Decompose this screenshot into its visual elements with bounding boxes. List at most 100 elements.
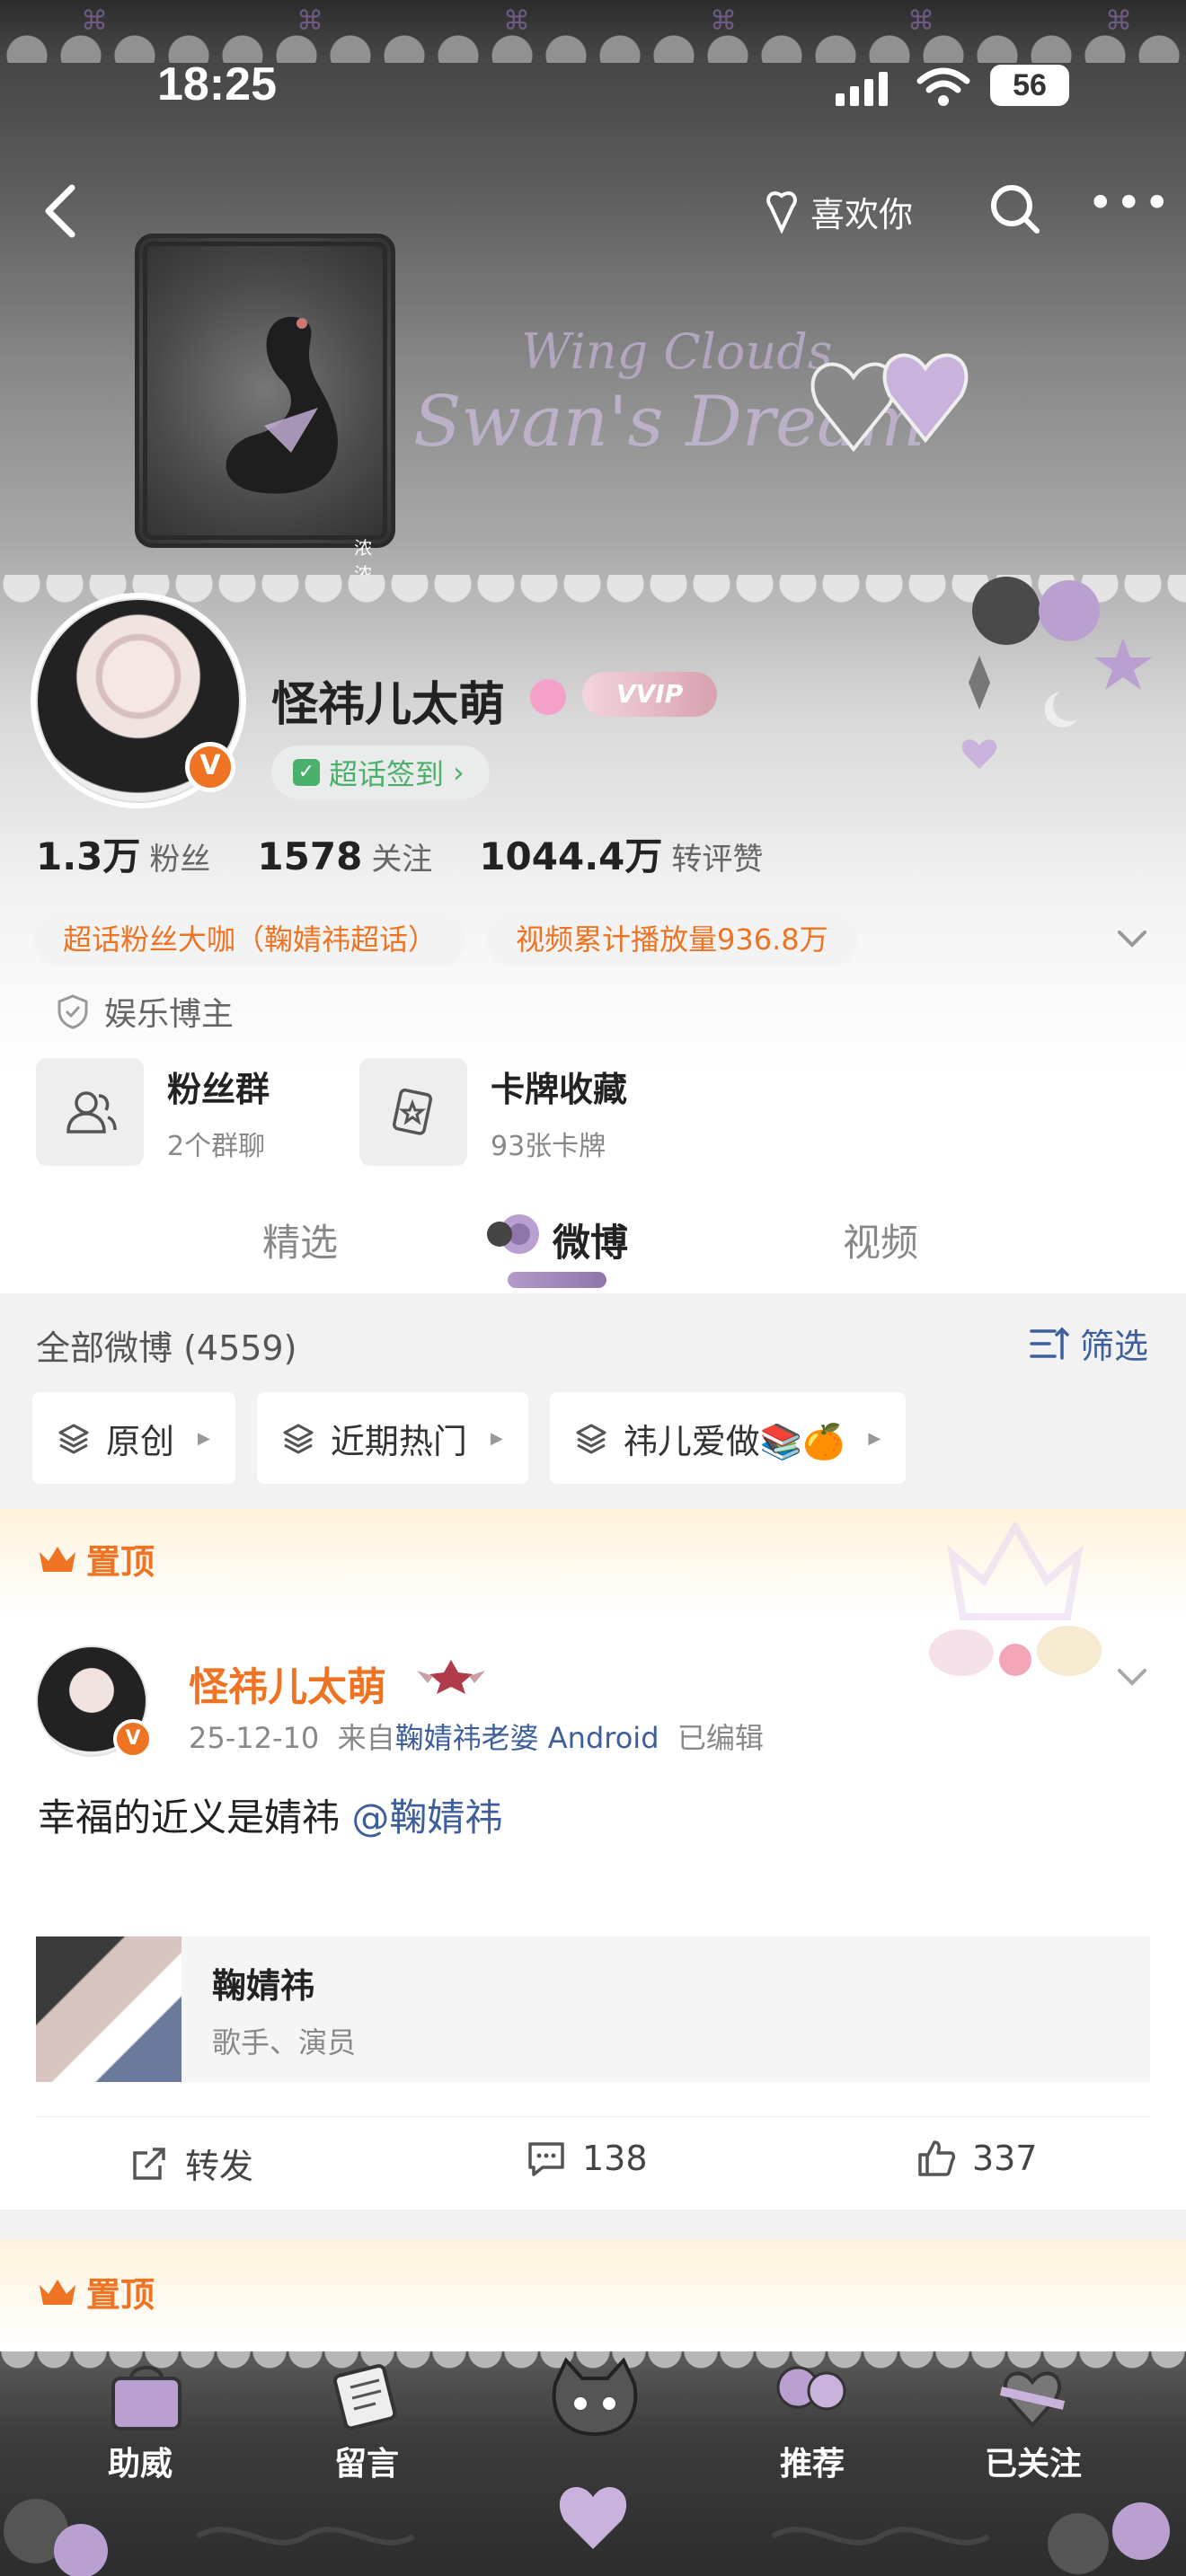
chip-label: 原创 [106, 1421, 175, 1461]
tag-video-plays[interactable]: 视频累计播放量936.8万 [487, 913, 857, 966]
stat-number: 1044.4万 [479, 834, 663, 878]
post-source[interactable]: 鞠婧祎老婆 Android [395, 1721, 659, 1755]
feed-title: 全部微博 (4559) [36, 1328, 297, 1368]
stat-label: 粉丝 [149, 842, 211, 878]
filter-chips: 原创 ▶ 近期热门 ▶ 祎儿爱做📚🍊 ▶ [32, 1392, 907, 1484]
repost-button[interactable]: 转发 [129, 2139, 253, 2188]
stat-label: 转评赞 [671, 842, 764, 878]
following-button[interactable]: 已关注 [985, 2438, 1082, 2484]
chevron-right-icon: › [453, 755, 465, 790]
post-from-prefix: 来自 [337, 1721, 395, 1755]
cat-mascot-icon[interactable] [546, 2357, 643, 2439]
comment-icon [528, 2142, 564, 2176]
card-star-icon [359, 1058, 467, 1166]
repost-icon [133, 2147, 165, 2180]
tab-featured[interactable]: 精选 [262, 1213, 338, 1267]
message-button[interactable]: 留言 [334, 2438, 399, 2484]
pinned-post-2: 置顶 [0, 2240, 1186, 2348]
pinned-post: 置顶 V 怪祎儿太萌 25-12-10 来自鞠婧祎老婆 Android 已编辑 … [0, 1509, 1186, 2210]
tag-supertopic-fan[interactable]: 超话粉丝大咖（鞠婧祎超话） [34, 913, 466, 966]
recommend-button[interactable]: 推荐 [780, 2438, 845, 2484]
rose-icon [487, 1214, 539, 1254]
profile-page: ⌘ ⌘ ⌘ ⌘ ⌘ ⌘ 18:25 56 喜欢你 ••• 浓浓 Wing Clo… [0, 0, 1186, 2576]
card-collection-card[interactable]: 卡牌收藏 93张卡牌 [359, 1058, 629, 1166]
heart-locket-decoration [810, 353, 969, 453]
comment-button[interactable]: 138 [527, 2139, 648, 2178]
card-subtitle: 2个群聊 [167, 1130, 266, 1162]
stat-followers[interactable]: 1.3万 粉丝 [36, 826, 210, 881]
cheer-button[interactable]: 助威 [108, 2438, 173, 2484]
chip-original[interactable]: 原创 ▶ [32, 1392, 235, 1484]
status-bar: 18:25 56 [0, 54, 1186, 117]
status-time: 18:25 [157, 58, 277, 110]
cellular-signal-icon [836, 70, 888, 106]
card-subtitle: 93张卡牌 [491, 1130, 606, 1162]
verified-badge-icon: V [113, 1719, 153, 1759]
pinned-label: 置顶 [38, 2267, 155, 2316]
check-icon: ✓ [293, 759, 320, 786]
profile-tabs: 精选 微博 视频 [0, 1195, 1186, 1293]
pinned-text: 置顶 [86, 1542, 155, 1582]
chip-recent-hot[interactable]: 近期热门 ▶ [256, 1392, 528, 1484]
checkin-label: 超话签到 [329, 757, 445, 791]
profile-stats: 1.3万 粉丝 1578 关注 1044.4万 转评赞 [36, 826, 810, 889]
filter-label: 筛选 [1080, 1327, 1149, 1366]
post-body: 幸福的近义是婧祎 [38, 1795, 341, 1839]
stat-number: 1.3万 [36, 834, 141, 878]
post-mention[interactable]: @鞠婧祎 [351, 1795, 502, 1839]
chip-label: 近期热门 [330, 1421, 467, 1461]
user-link-card[interactable]: 鞠婧祎 歌手、演员 [36, 1936, 1150, 2082]
verified-badge-icon: V [185, 742, 235, 792]
link-card-title: 鞠婧祎 [212, 1965, 315, 2006]
battery-indicator: 56 [990, 65, 1069, 106]
message-scroll-icon [332, 2364, 397, 2430]
vvip-badge[interactable]: VVIP [582, 672, 717, 717]
card-title: 卡牌收藏 [491, 1069, 628, 1109]
caret-right-icon: ▶ [490, 1428, 503, 1448]
profile-tags: 超话粉丝大咖（鞠婧祎超话） 视频累计播放量936.8万 [34, 913, 857, 966]
group-icon [36, 1058, 144, 1166]
layers-icon [58, 1424, 89, 1454]
chip-label: 祎儿爱做📚🍊 [623, 1421, 845, 1461]
fan-group-card[interactable]: 粉丝群 2个群聊 [36, 1058, 305, 1166]
post-actions: 转发 138 337 [36, 2116, 1150, 2210]
filter-button[interactable]: 筛选 [1030, 1319, 1148, 1368]
profile-cards: 粉丝群 2个群聊 卡牌收藏 93张卡牌 [36, 1058, 629, 1166]
female-gender-icon [530, 679, 566, 715]
post-separator [0, 2210, 1186, 2240]
like-button[interactable]: 337 [916, 2139, 1038, 2178]
supertopic-checkin-button[interactable]: ✓ 超话签到 › [271, 745, 490, 799]
layers-icon [576, 1424, 606, 1454]
chip-custom-album[interactable]: 祎儿爱做📚🍊 ▶ [549, 1392, 907, 1484]
black-swan-image [226, 316, 338, 494]
post-text: 幸福的近义是婧祎 @鞠婧祎 [38, 1787, 502, 1842]
cheer-bag-icon [111, 2366, 181, 2430]
crown-icon [40, 2279, 75, 2305]
pinned-header: 置顶 [0, 1509, 1186, 1620]
pinned-text: 置顶 [86, 2275, 155, 2315]
chevron-down-icon[interactable] [1114, 1663, 1150, 1690]
tab-weibo[interactable]: 微博 [553, 1213, 628, 1267]
tab-video[interactable]: 视频 [843, 1213, 918, 1267]
stat-following[interactable]: 1578 关注 [257, 834, 432, 878]
banner-artwork: 浓浓 Wing Clouds Swan's Dream [0, 225, 1186, 602]
shield-check-icon [58, 994, 88, 1029]
post-author-name[interactable]: 怪祎儿太萌 [189, 1654, 386, 1712]
stat-label: 关注 [371, 842, 433, 878]
category-label: 娱乐博主 [104, 996, 235, 1033]
stat-interactions[interactable]: 1044.4万 转评赞 [479, 826, 763, 881]
profile-header: ⌘ ⌘ ⌘ ⌘ ⌘ ⌘ 18:25 56 喜欢你 ••• 浓浓 Wing Clo… [0, 0, 1186, 1293]
crown-icon [40, 1546, 75, 1572]
thumbs-up-icon [918, 2140, 956, 2176]
heart-decoration [559, 2486, 627, 2549]
stat-number: 1578 [257, 834, 363, 878]
ornate-frame-image: 浓浓 [135, 234, 395, 585]
layers-icon [283, 1424, 314, 1454]
post-edited: 已编辑 [677, 1721, 764, 1755]
chevron-down-icon[interactable] [1114, 925, 1150, 954]
card-title: 粉丝群 [167, 1069, 270, 1109]
comment-count: 138 [582, 2139, 648, 2178]
medal-badge-icon [417, 1660, 485, 1694]
wifi-icon [916, 67, 970, 106]
banner-script-text: Wing Clouds [521, 323, 833, 380]
